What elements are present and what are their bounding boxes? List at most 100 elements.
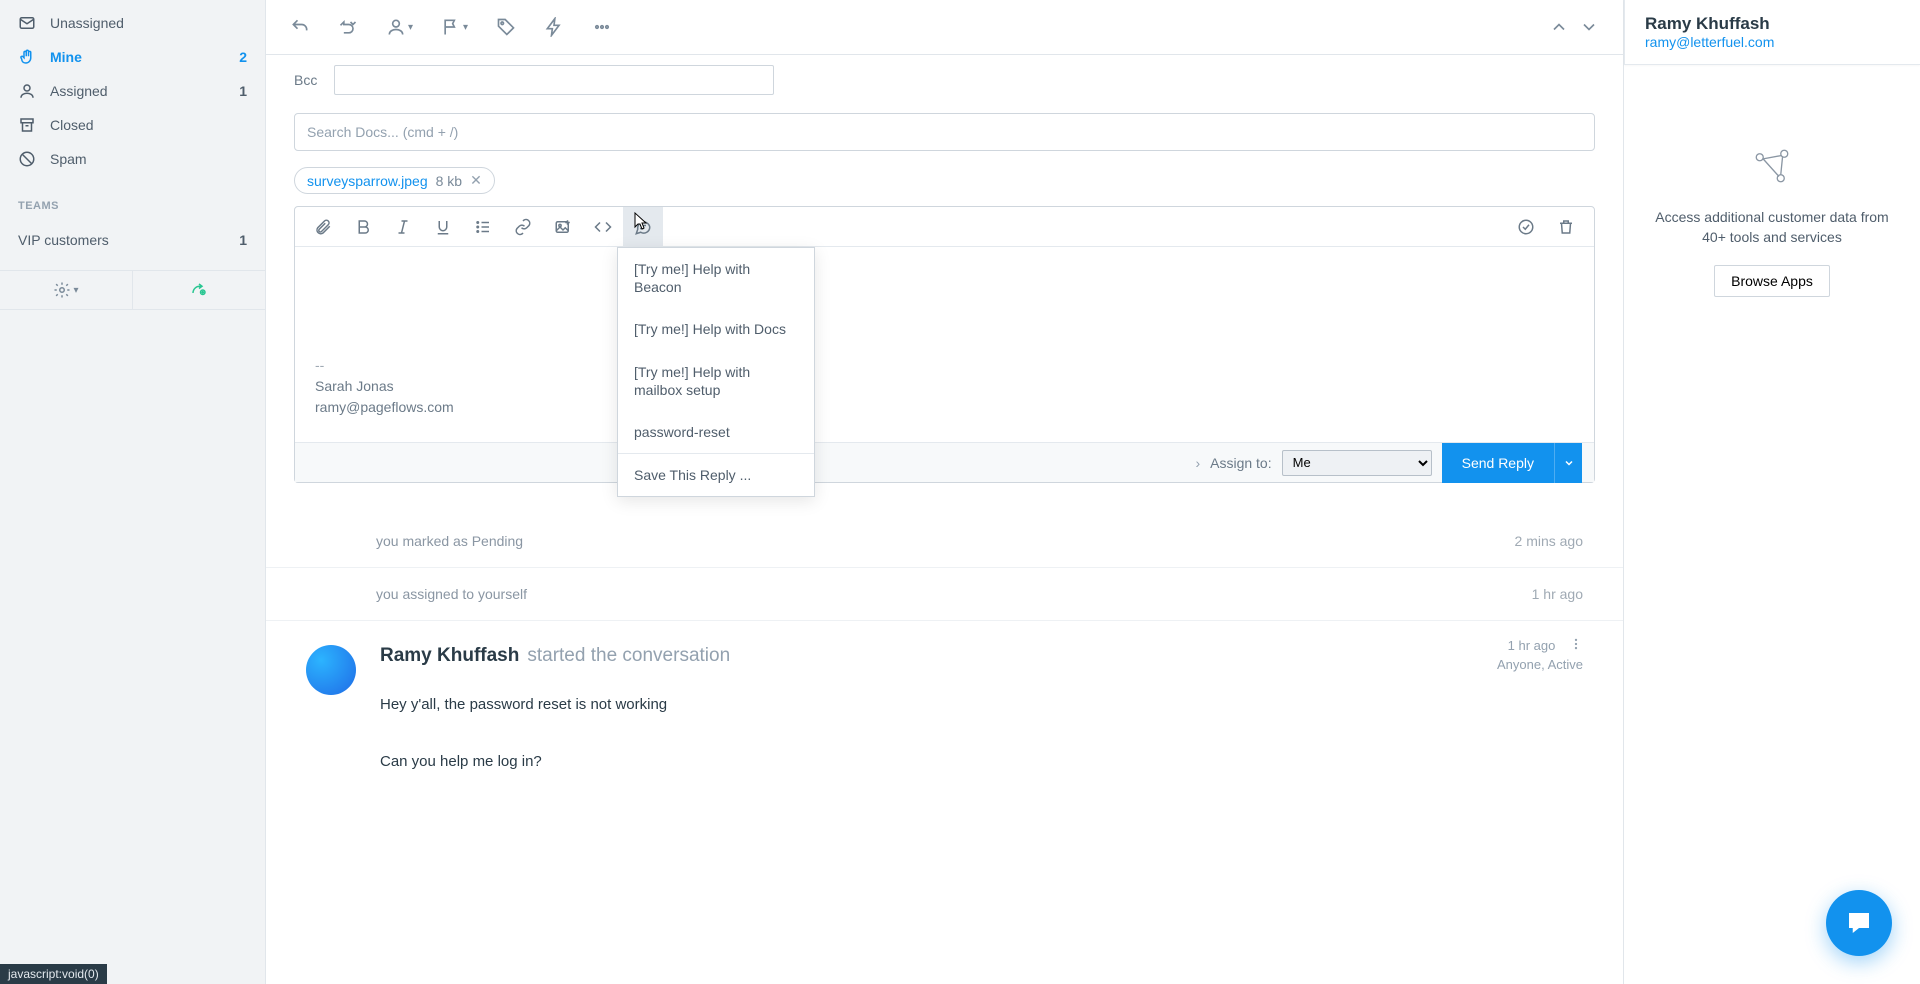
check-button[interactable] — [1506, 207, 1546, 247]
sidebar-item-unassigned[interactable]: Unassigned — [0, 6, 265, 40]
flag-menu[interactable]: ▾ — [441, 17, 468, 37]
sidebar-folders: Unassigned Mine 2 Assigned 1 Closed Spam — [0, 0, 265, 182]
conversation-toolbar: ▾ ▾ — [266, 0, 1623, 55]
activity-log: you marked as Pending 2 mins ago you ass… — [266, 515, 1623, 621]
apps-promo-text: Access additional customer data from 40+… — [1624, 208, 1920, 247]
sidebar-item-count: 2 — [239, 49, 247, 65]
italic-icon — [394, 218, 412, 236]
more-vertical-icon — [1569, 637, 1583, 651]
chevron-down-icon: ▾ — [463, 22, 468, 33]
send-reply-button[interactable]: Send Reply — [1442, 443, 1554, 483]
editor-body[interactable]: -- Sarah Jonas ramy@pageflows.com — [295, 247, 1594, 442]
sidebar-item-spam[interactable]: Spam — [0, 142, 265, 176]
right-panel: Ramy Khuffash ramy@letterfuel.com Access… — [1624, 0, 1920, 984]
conversation-status: Anyone, Active — [1497, 656, 1583, 674]
signature-name: Sarah Jonas — [315, 376, 1574, 397]
sidebar-item-mine[interactable]: Mine 2 — [0, 40, 265, 74]
left-sidebar: Unassigned Mine 2 Assigned 1 Closed Spam — [0, 0, 266, 984]
saved-reply-item[interactable]: [Try me!] Help with Beacon — [618, 248, 814, 308]
attach-button[interactable] — [303, 207, 343, 247]
chevron-down-icon: ▾ — [408, 22, 413, 33]
assign-label: Assign to: — [1210, 455, 1271, 471]
bold-button[interactable] — [343, 207, 383, 247]
conversation-start: Ramy Khuffash started the conversation H… — [266, 621, 1623, 801]
conversation-header: Ramy Khuffash started the conversation — [380, 645, 1583, 667]
sidebar-item-assigned[interactable]: Assigned 1 — [0, 74, 265, 108]
conversation-timestamp: 1 hr ago — [1508, 638, 1556, 653]
teams-header: TEAMS — [0, 182, 265, 218]
apps-promo: Access additional customer data from 40+… — [1624, 65, 1920, 984]
sidebar-teams: VIP customers 1 — [0, 218, 265, 262]
image-button[interactable] — [543, 207, 583, 247]
conversation-more-button[interactable] — [1569, 637, 1583, 656]
saved-replies-button[interactable] — [623, 207, 663, 247]
chat-bubble-icon — [1844, 908, 1874, 938]
flag-icon — [441, 17, 461, 37]
signature-email: ramy@pageflows.com — [315, 397, 1574, 418]
search-docs-input[interactable] — [294, 113, 1595, 151]
link-button[interactable] — [503, 207, 543, 247]
hand-icon — [18, 48, 36, 66]
compose-icon — [190, 281, 208, 299]
attachment-pill[interactable]: surveysparrow.jpeg 8 kb ✕ — [294, 167, 495, 194]
sidebar-team-vip[interactable]: VIP customers 1 — [0, 224, 265, 256]
saved-reply-item[interactable]: [Try me!] Help with mailbox setup — [618, 351, 814, 411]
more-icon[interactable] — [592, 17, 612, 37]
contact-card[interactable]: Ramy Khuffash ramy@letterfuel.com — [1624, 0, 1920, 65]
code-icon — [594, 218, 612, 236]
sidebar-item-label: VIP customers — [18, 232, 239, 248]
conversation-meta: 1 hr ago Anyone, Active — [1497, 637, 1583, 674]
compose-area: Bcc surveysparrow.jpeg 8 kb ✕ — [266, 55, 1623, 483]
saved-replies-dropdown: [Try me!] Help with Beacon [Try me!] Hel… — [617, 247, 815, 497]
discard-button[interactable] — [1546, 207, 1586, 247]
saved-reply-item[interactable]: password-reset — [618, 411, 814, 453]
sidebar-item-label: Mine — [50, 49, 239, 65]
italic-button[interactable] — [383, 207, 423, 247]
tag-icon[interactable] — [496, 17, 516, 37]
sidebar-new-conversation-button[interactable] — [132, 271, 265, 309]
saved-reply-item[interactable]: [Try me!] Help with Docs — [618, 308, 814, 350]
reply-editor: -- Sarah Jonas ramy@pageflows.com › Assi… — [294, 206, 1595, 483]
sidebar-item-label: Spam — [50, 151, 247, 167]
bcc-input[interactable] — [334, 65, 774, 95]
save-this-reply-item[interactable]: Save This Reply ... — [618, 454, 814, 496]
assign-menu[interactable]: ▾ — [386, 17, 413, 37]
sidebar-item-closed[interactable]: Closed — [0, 108, 265, 142]
bcc-row: Bcc — [294, 65, 1595, 95]
send-reply-dropdown[interactable] — [1554, 443, 1582, 483]
prev-conversation-button[interactable] — [1549, 17, 1569, 37]
list-button[interactable] — [463, 207, 503, 247]
signature-separator: -- — [315, 355, 1574, 376]
avatar — [306, 645, 356, 695]
mail-icon — [18, 14, 36, 32]
snooze-icon[interactable] — [338, 17, 358, 37]
activity-text: you marked as Pending — [376, 533, 523, 549]
attachment-name: surveysparrow.jpeg — [307, 173, 428, 189]
archive-icon — [18, 116, 36, 134]
sidebar-item-label: Assigned — [50, 83, 239, 99]
browse-apps-button[interactable]: Browse Apps — [1714, 265, 1830, 297]
sidebar-settings-button[interactable]: ▾ — [0, 271, 132, 309]
assign-select[interactable]: Me — [1282, 450, 1432, 476]
remove-attachment-button[interactable]: ✕ — [470, 172, 482, 189]
bolt-icon[interactable] — [544, 17, 564, 37]
footer-expand-button[interactable]: › — [1195, 455, 1200, 471]
user-icon — [386, 17, 406, 37]
undo-icon[interactable] — [290, 17, 310, 37]
chevron-down-icon — [1563, 457, 1575, 469]
sidebar-item-label: Unassigned — [50, 15, 247, 31]
underline-button[interactable] — [423, 207, 463, 247]
sidebar-item-count: 1 — [239, 232, 247, 248]
next-conversation-button[interactable] — [1579, 17, 1599, 37]
check-circle-icon — [1517, 218, 1535, 236]
conversation-verb: started the conversation — [527, 645, 730, 667]
chat-fab[interactable] — [1826, 890, 1892, 956]
bcc-label: Bcc — [294, 72, 334, 88]
attachment-size: 8 kb — [436, 173, 462, 189]
contact-card-email: ramy@letterfuel.com — [1645, 34, 1900, 50]
conversation-message: Hey y'all, the password reset is not wor… — [380, 691, 1583, 777]
code-button[interactable] — [583, 207, 623, 247]
activity-timestamp: 1 hr ago — [1532, 586, 1583, 602]
contact-name: Ramy Khuffash — [380, 645, 519, 667]
trash-icon — [1557, 218, 1575, 236]
